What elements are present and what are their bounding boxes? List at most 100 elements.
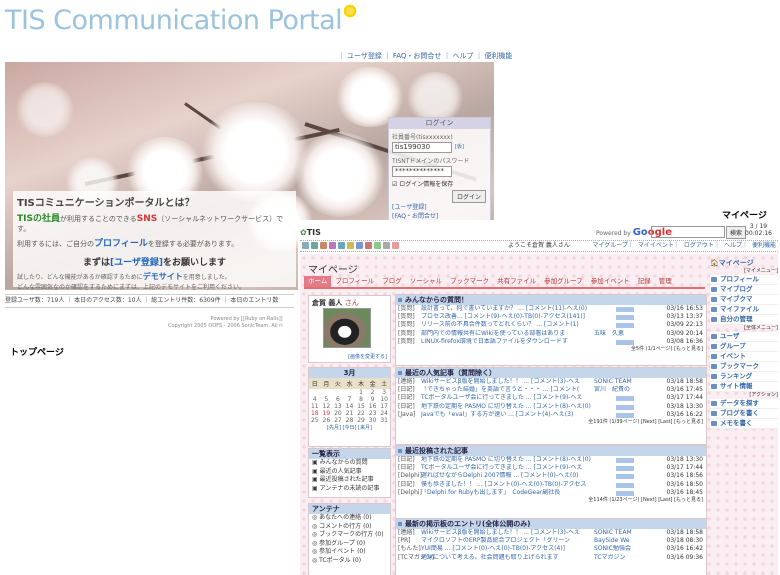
antenna-item[interactable]: ◎ TCポータル (0) (309, 557, 390, 566)
login-faq-link[interactable]: [FAQ・お問合せ] (392, 211, 438, 220)
password-input[interactable]: ************** (392, 166, 452, 177)
sidebar-item-groups[interactable]: グループ (710, 342, 778, 352)
nav-utility[interactable]: 便利機能 (752, 242, 776, 249)
search-input[interactable] (651, 226, 725, 238)
sidebar-item-mybookmark[interactable]: マイブクマ (710, 295, 778, 305)
link-user-register[interactable]: ユーザ登録 (347, 52, 382, 60)
table-row[interactable]: [もんた] YUI簡易 ... [コメント(0)-ヘえ(0)-TB(0)-アクセス… (396, 545, 706, 553)
popular-footer[interactable]: 全191件 (1/39ページ) [Next] [Last] [もっと見る] (396, 419, 706, 426)
table-row[interactable]: [質問] リリース前の不具合件数ってどれくらい？ ... [コメント(1) 03/0… (396, 321, 706, 329)
table-row[interactable]: [質問] 部門内での情報共有にWikiを使っている部署はありま 五味 久恵 03/09… (396, 330, 706, 338)
recent-footer[interactable]: 全114件 (1/23ページ) [Next] [Last] [もっと見る] (396, 497, 706, 504)
table-row[interactable]: [質問] 設計書って、何で書いていますか？ ... [コメント(11)-ヘえ(0)… (396, 305, 706, 313)
link-help[interactable]: ヘルプ (452, 52, 473, 60)
table-row[interactable]: [Delphi] 遅ればせながらDelphi 2007情報 ... [コメント(0… (396, 472, 706, 480)
nav-my-group[interactable]: マイグループ (592, 242, 628, 249)
recent-box: 最近投稿された記事 [日記] 地下鉄の定期を PASMO に切り替えた ... [… (395, 445, 707, 519)
board-entries-box: 最新の掲示板のエントリ(全体公開のみ) [連絡] Wikiサービスβ版を開始しまし… (395, 518, 707, 575)
sidebar-item-write-memo[interactable]: メモを書く (710, 419, 778, 429)
nav-help[interactable]: ヘルプ (724, 242, 742, 249)
mail-icon[interactable] (392, 242, 399, 249)
list-item[interactable]: ▣ アンテナの未読の記事 (309, 485, 390, 494)
login-button[interactable]: ログイン (451, 190, 486, 203)
event-icon[interactable] (347, 242, 354, 249)
antenna-item[interactable]: ◎ コメントの行方 (0) (309, 523, 390, 532)
table-row[interactable]: [日記] 僕も歩きました！！ ... [コメント(0)-ヘえ(0)-TB(0)-ア… (396, 481, 706, 489)
tab-bookmark[interactable]: ブックマーク (446, 276, 493, 287)
board-entries-heading: 最新の掲示板のエントリ(全体公開のみ) (396, 519, 706, 529)
link-faq[interactable]: FAQ・お問合せ (393, 52, 442, 60)
tab-shared-files[interactable]: 共有ファイル (493, 276, 540, 287)
questions-footer[interactable]: 全5件 (1/1ページ) [もっと見る] (396, 346, 706, 353)
sidebar-item-events[interactable]: イベント (710, 352, 778, 362)
register-link[interactable]: [ユーザ登録] (110, 258, 163, 268)
table-row[interactable]: [日記] 「できちゃった結婚」を英語で言うと・・・ ... [コメント(宮川 紀貴… (396, 386, 706, 394)
list-item[interactable]: ▣ 最近の人気記事 (309, 468, 390, 477)
sidebar-item-bookmarks[interactable]: ブックマーク (710, 362, 778, 372)
antenna-item[interactable]: ◎ あなたへの連絡 (0) (309, 514, 390, 523)
tab-blog[interactable]: ブログ (378, 276, 406, 287)
table-row[interactable]: [日記] TCポータルユーザ会に行ってきました ... [コメント(9)-ヘえ 03… (396, 464, 706, 472)
table-row[interactable]: [質問] プロセス改善... [コメント(9)-ヘえ(0)-TB(0)-アクセス(… (396, 313, 706, 321)
sidebar-item-profile[interactable]: プロフィール (710, 275, 778, 285)
intro-panel: TISコミュニケーションポータルとは？ TISの社員が利用することのできるSNS… (13, 191, 296, 291)
antenna-item[interactable]: ◎ ブックマークの行方 (0) (309, 531, 390, 540)
sidebar-item-ranking[interactable]: ランキング (710, 372, 778, 382)
link-utility[interactable]: 便利機能 (484, 52, 512, 60)
table-row[interactable]: [連絡] Wikiサービスβ版を開始しました！！ ... [コメント(3)-ヘえ S… (396, 529, 706, 537)
nav-icon[interactable] (311, 242, 318, 249)
table-row[interactable]: [日記] 地下鉄の定期を PASMO に切り替えた ... [コメント(8)-ヘえ… (396, 403, 706, 411)
group-icon[interactable] (338, 242, 345, 249)
remember-login[interactable]: ☑ ログイン情報を保存 (392, 179, 487, 188)
tab-events[interactable]: 参加イベント (587, 276, 634, 287)
sidebar-item-myfile[interactable]: マイファイル (710, 305, 778, 315)
tab-admin[interactable]: 管理 (655, 276, 676, 287)
calendar-month: 3月 (309, 368, 390, 378)
list-item[interactable]: ▣ みんなからの質問 (309, 459, 390, 468)
sidebar-item-search-data[interactable]: データを探す (710, 399, 778, 409)
table-row[interactable]: [TCマガジン] 地球について考える。社会問題も取り上げられます TCマガジン 03/… (396, 554, 706, 562)
table-row[interactable]: [Delphi] 「Delphi for Rubyも出します」 CodeGear副… (396, 489, 706, 497)
table-row[interactable]: [Java] Javaでも「eval」する方が速い ... [コメント(4)-ヘえ… (396, 411, 706, 419)
login-heading: ログイン (389, 118, 490, 129)
antenna-item[interactable]: ◎ 参加グループ (0) (309, 540, 390, 549)
sidebar-item-write-blog[interactable]: ブログを書く (710, 409, 778, 419)
table-row[interactable]: [質問] LINUX-firefox環境で日本語ファイルをダウンロードす 03/08… (396, 338, 706, 346)
tab-profile[interactable]: プロフィール (331, 276, 378, 287)
ranking-icon[interactable] (374, 242, 381, 249)
info-icon[interactable] (383, 242, 390, 249)
tab-groups[interactable]: 参加グループ (540, 276, 587, 287)
antenna-item[interactable]: ◎ 参加イベント (0) (309, 548, 390, 557)
intro-line1: TISの社員が利用することのできるSNS（ソーシャルネットワークサービス）です。 (17, 214, 284, 233)
list-item[interactable]: ▣ 最近投稿された記事 (309, 476, 390, 485)
file-icon[interactable] (365, 242, 372, 249)
portal-logo: TIS Communication Portal (5, 5, 343, 36)
search-button[interactable]: 検索 (726, 226, 747, 239)
sidebar-mypage-link[interactable]: 🏠マイページ (710, 258, 778, 268)
sidebar-item-admin[interactable]: 自分の管理 (710, 315, 778, 325)
change-image-link[interactable]: [画像を変更する] (348, 353, 387, 360)
tab-home[interactable]: ホーム (304, 276, 332, 287)
table-row[interactable]: [日記] TCポータルユーザ会に行ってきました ... [コメント(9)-ヘえ 03… (396, 394, 706, 402)
sidebar-item-site-info[interactable]: サイト情報 (710, 382, 778, 392)
tab-record[interactable]: 記録 (634, 276, 655, 287)
nav-my-event[interactable]: マイイベント (638, 242, 674, 249)
calendar-grid: 日月火水木金土 123 4 5 6 7 8 9 10 11 12 13 14 15 16 17 18 19… (309, 378, 390, 424)
table-row[interactable]: [PR] マイクロソフトのERP製品統合プロジェクト「グリーン BaySide We… (396, 537, 706, 545)
home-icon[interactable] (302, 242, 309, 249)
id-temp-link[interactable]: [仮] (455, 143, 464, 150)
calendar-nav[interactable]: [先月] [今日] [来月] (309, 424, 390, 431)
remember-login-label: ログイン情報を保存 (399, 181, 454, 188)
demo-site-link[interactable]: デモサイト (143, 272, 183, 281)
table-row[interactable]: [連絡] Wikiサービスβ版を開始しました！！ ... [コメント(3)-ヘえ S… (396, 378, 706, 386)
employee-id-input[interactable]: tis199030 (392, 142, 452, 153)
sidebar-item-myblog[interactable]: マイブログ (710, 285, 778, 295)
tab-social[interactable]: ソーシャル (406, 276, 446, 287)
login-register-link[interactable]: [ユーザ登録] (392, 202, 438, 211)
sidebar-item-users[interactable]: ユーザ (710, 332, 778, 342)
user-icon[interactable] (329, 242, 336, 249)
table-row[interactable]: [日記] 地下鉄の定期を PASMO に切り替えた ... [コメント(8)-ヘえ… (396, 456, 706, 464)
nav-logout[interactable]: ログアウト (684, 242, 714, 249)
blog-icon[interactable] (320, 242, 327, 249)
bookmark-icon[interactable] (356, 242, 363, 249)
